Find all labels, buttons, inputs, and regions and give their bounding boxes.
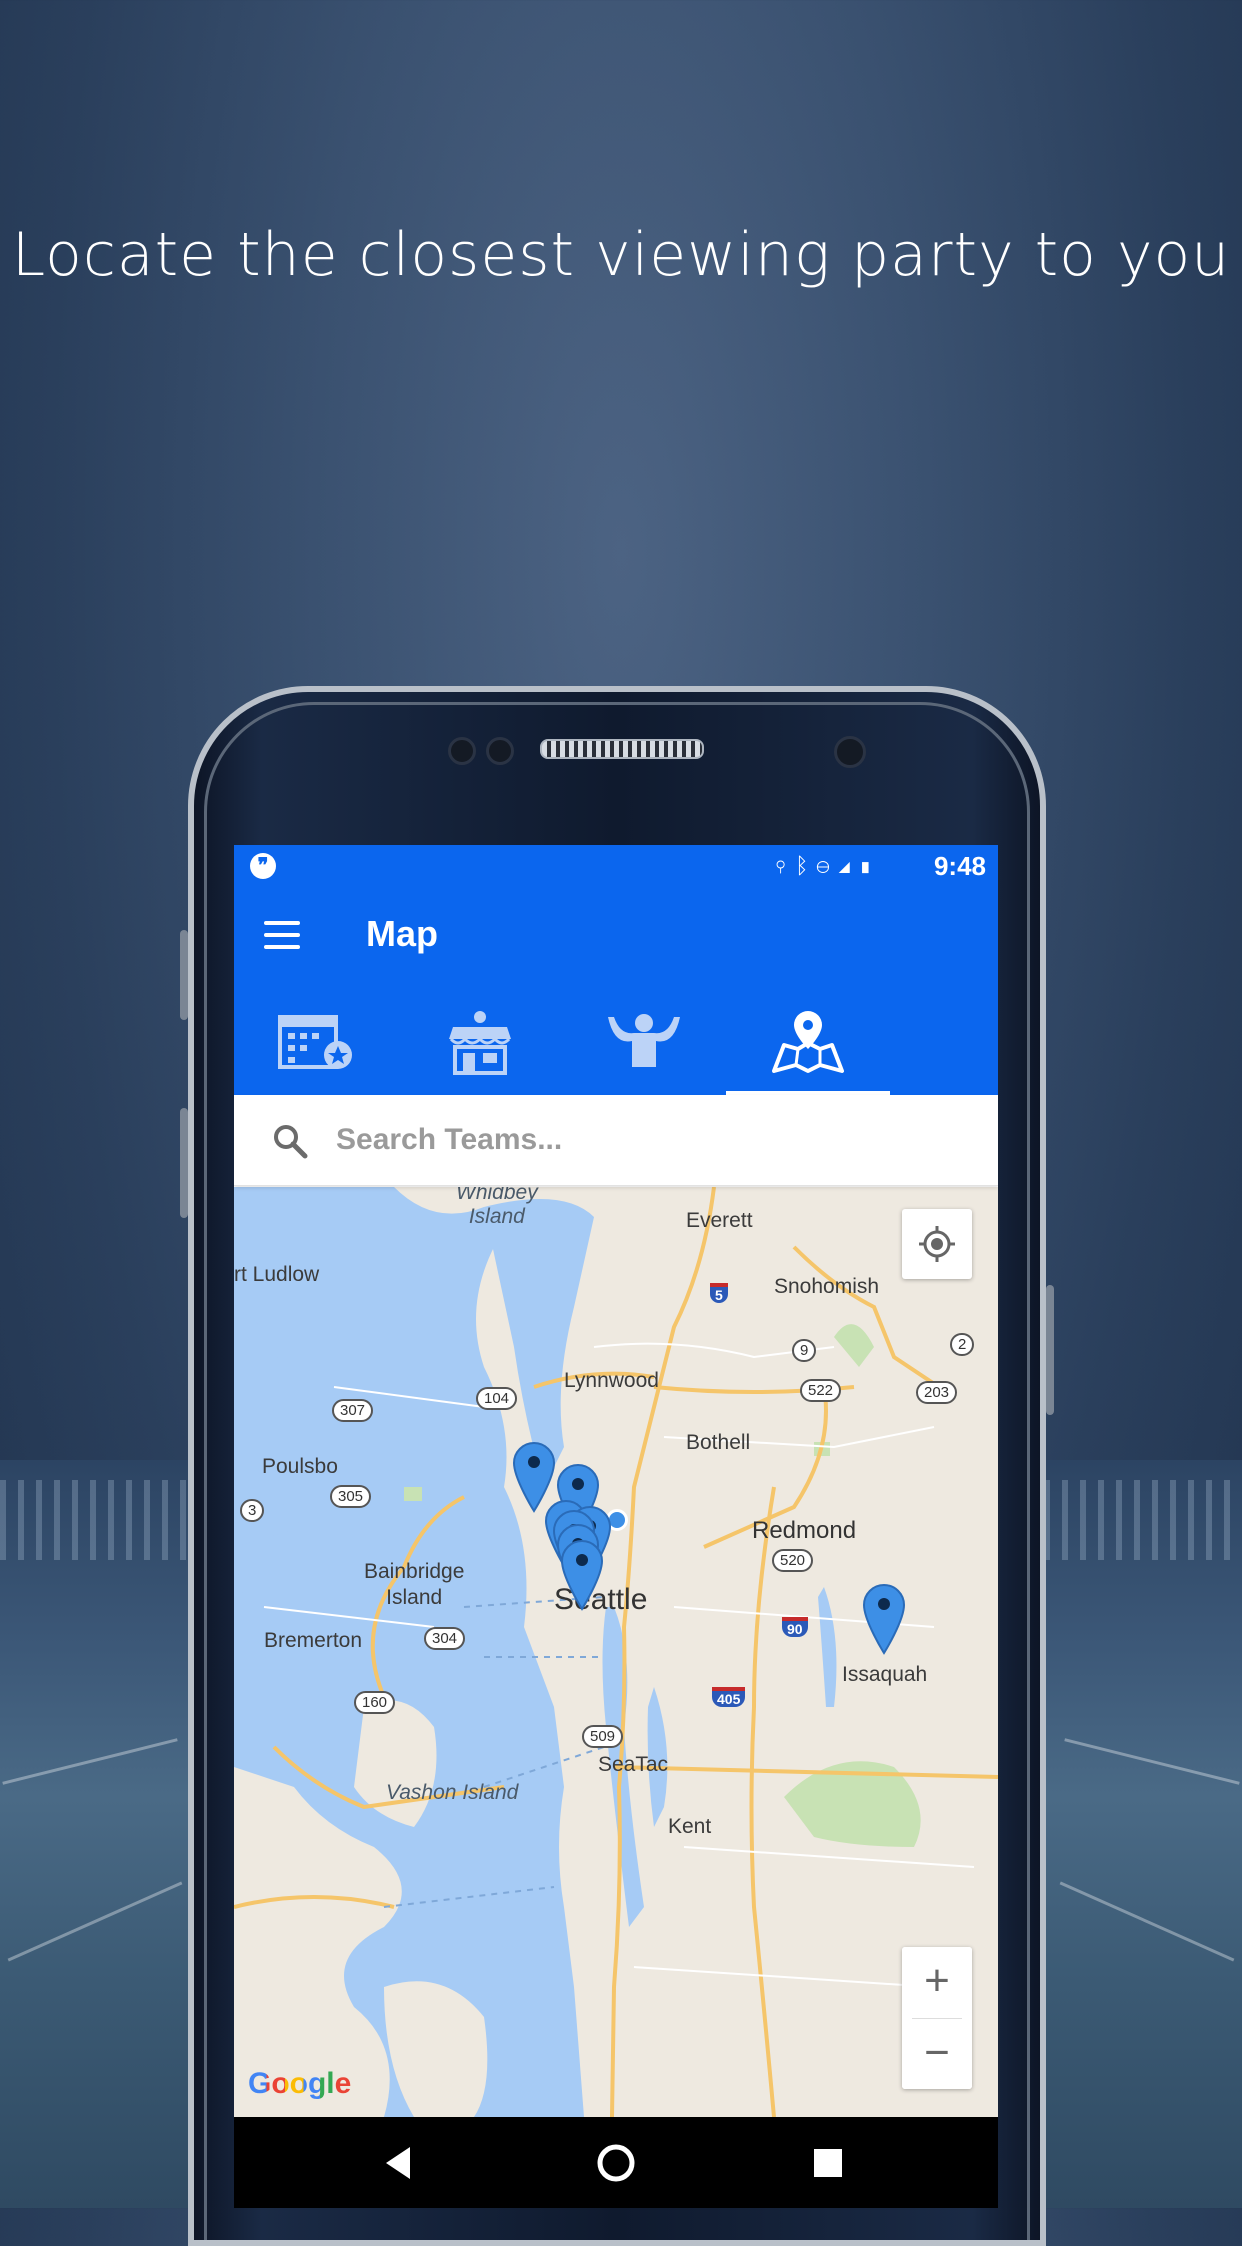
system-nav-bar bbox=[234, 2117, 998, 2208]
interstate-shield: 5 bbox=[710, 1283, 728, 1303]
home-icon[interactable] bbox=[590, 2137, 642, 2189]
map-label-redmond: Redmond bbox=[752, 1517, 857, 1544]
zoom-out-button[interactable]: − bbox=[902, 2019, 972, 2089]
tab-fans[interactable] bbox=[562, 989, 726, 1095]
location-icon: ⚲ bbox=[773, 853, 796, 878]
field-line bbox=[1064, 1738, 1240, 1785]
front-camera bbox=[834, 736, 866, 768]
tab-bar bbox=[234, 989, 998, 1095]
tab-venues[interactable] bbox=[398, 989, 562, 1095]
status-time: 9:48 bbox=[933, 851, 986, 881]
map-label-bremerton: Bremerton bbox=[264, 1629, 363, 1652]
page-title: Map bbox=[366, 913, 438, 954]
route-shield: 2 bbox=[950, 1333, 975, 1356]
app-bar: Map bbox=[234, 889, 998, 989]
do-not-disturb-icon: ⊖ bbox=[816, 853, 838, 878]
storefront-icon bbox=[449, 1011, 511, 1075]
map-label-kent: Kent bbox=[668, 1815, 712, 1838]
map-view[interactable]: Whidbey Island Everett rt Ludlow Snohomi… bbox=[234, 1187, 998, 2117]
hangouts-icon: ❞ bbox=[250, 853, 276, 879]
map-label-vashon: Vashon Island bbox=[386, 1781, 519, 1804]
cheering-fan-icon bbox=[608, 1014, 680, 1067]
map-label-port-ludlow: rt Ludlow bbox=[234, 1263, 320, 1286]
map-pin-marker[interactable] bbox=[862, 1583, 906, 1655]
search-icon bbox=[274, 1125, 308, 1159]
google-logo-text: Google bbox=[248, 2067, 352, 2100]
map-label-snohomish: Snohomish bbox=[774, 1275, 880, 1298]
map-label-lynnwood: Lynnwood bbox=[564, 1369, 659, 1392]
battery-charging-icon: ▮ bbox=[858, 853, 880, 878]
route-shield: 522 bbox=[800, 1379, 842, 1402]
tab-map[interactable] bbox=[726, 989, 890, 1095]
route-shield: 160 bbox=[354, 1691, 396, 1714]
route-shield: 9 bbox=[792, 1339, 817, 1362]
route-shield: 520 bbox=[772, 1549, 814, 1572]
route-shield: 305 bbox=[330, 1485, 372, 1508]
phone-power-button bbox=[1046, 1285, 1054, 1415]
field-line bbox=[1059, 1881, 1235, 1962]
status-icons: ⚲ᛒ⊖◢▮ bbox=[774, 853, 880, 879]
phone-volume-button bbox=[180, 1108, 188, 1218]
google-attribution: Google bbox=[248, 2067, 351, 2101]
map-label-everett: Everett bbox=[686, 1209, 753, 1232]
recents-icon[interactable] bbox=[802, 2137, 854, 2189]
map-label-issaquah: Issaquah bbox=[842, 1663, 928, 1686]
map-pin-marker[interactable] bbox=[560, 1539, 604, 1611]
route-shield: 104 bbox=[476, 1387, 518, 1410]
route-shield: 304 bbox=[424, 1627, 466, 1650]
route-shield: 307 bbox=[332, 1399, 374, 1422]
my-location-button[interactable] bbox=[902, 1209, 972, 1279]
field-line bbox=[2, 1738, 178, 1785]
search-bar bbox=[234, 1095, 998, 1186]
phone-sensor bbox=[448, 737, 476, 765]
phone-speaker bbox=[540, 739, 704, 759]
map-label-bainbridge: Bainbridge Island bbox=[364, 1560, 465, 1609]
hamburger-menu-icon[interactable] bbox=[264, 921, 300, 949]
route-shield: 203 bbox=[916, 1381, 958, 1404]
lte-signal-icon: ◢ bbox=[837, 853, 859, 878]
route-shield: 509 bbox=[582, 1725, 624, 1748]
interstate-shield: 90 bbox=[782, 1617, 808, 1637]
bluetooth-icon: ᛒ bbox=[795, 853, 817, 878]
back-icon[interactable] bbox=[374, 2137, 426, 2189]
map-label-poulsbo: Poulsbo bbox=[262, 1455, 338, 1478]
search-input[interactable] bbox=[334, 1115, 958, 1165]
map-label-seatac: SeaTac bbox=[598, 1753, 669, 1776]
field-line bbox=[7, 1881, 183, 1962]
zoom-controls: + − bbox=[902, 1947, 972, 2089]
map-label-whidbey: Whidbey Island bbox=[456, 1187, 538, 1228]
app-screen: ❞ ⚲ᛒ⊖◢▮ 9:48 Map Search Teams... Whidbey… bbox=[234, 845, 998, 2208]
zoom-in-button[interactable]: + bbox=[902, 1947, 972, 2017]
interstate-shield: 405 bbox=[712, 1687, 746, 1707]
phone-volume-button bbox=[180, 930, 188, 1020]
route-shield: 3 bbox=[240, 1499, 265, 1522]
crosshair-icon bbox=[919, 1226, 955, 1262]
map-pin-icon bbox=[772, 1011, 844, 1073]
phone-sensor bbox=[486, 737, 514, 765]
calendar-star-icon bbox=[278, 1015, 352, 1069]
tab-calendar[interactable] bbox=[234, 989, 398, 1095]
status-bar: ❞ ⚲ᛒ⊖◢▮ 9:48 bbox=[234, 845, 998, 889]
headline: Locate the closest viewing party to you bbox=[11, 220, 1231, 290]
map-label-bothell: Bothell bbox=[686, 1431, 751, 1454]
